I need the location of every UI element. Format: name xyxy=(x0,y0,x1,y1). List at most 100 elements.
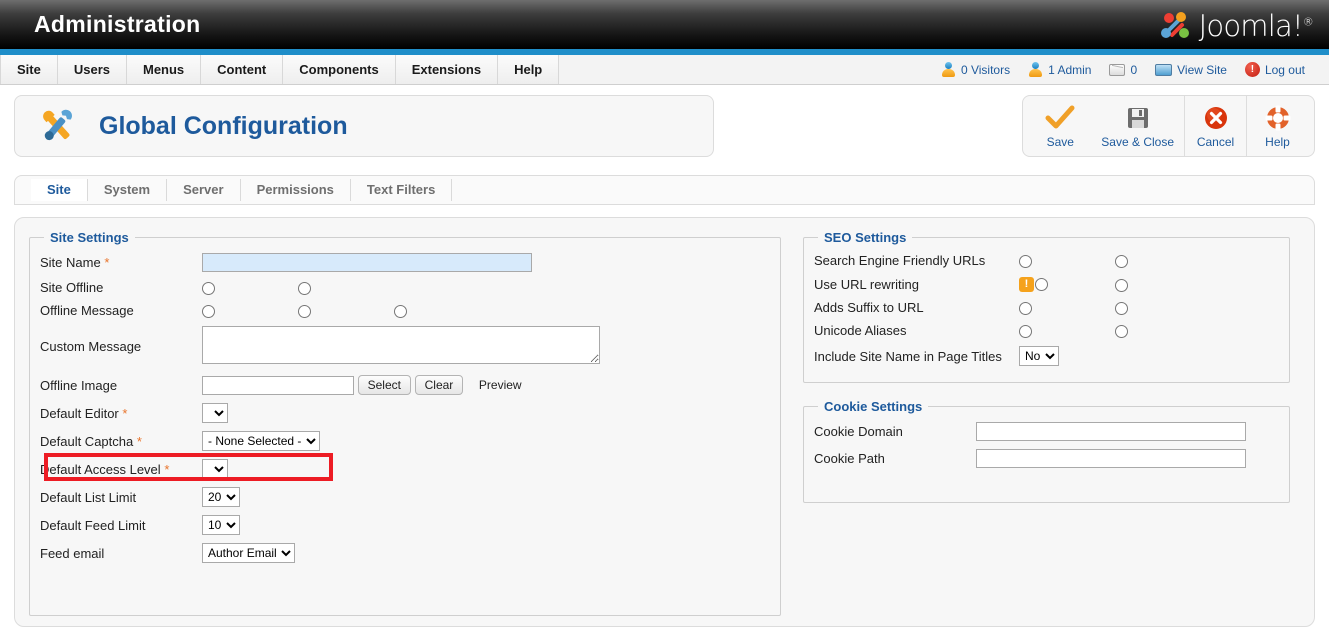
page-title-administration: Administration xyxy=(34,11,201,37)
offline-message-option-2-cell xyxy=(298,299,394,322)
menu-item-users[interactable]: Users xyxy=(57,55,127,84)
visitors-count-label: 0 Visitors xyxy=(960,62,1011,77)
joomla-trademark: ® xyxy=(1302,15,1314,29)
unicode-aliases-radio-no[interactable] xyxy=(1115,325,1128,339)
default-captcha-label: Default Captcha xyxy=(40,433,134,449)
help-button-label: Help xyxy=(1265,134,1290,149)
messages-status[interactable]: 0 xyxy=(1109,63,1137,77)
feed-email-select[interactable]: Author Email xyxy=(202,543,295,564)
sef-urls-radio-no[interactable] xyxy=(1115,255,1128,269)
tab-permissions[interactable]: Permissions xyxy=(241,179,351,201)
default-editor-label: Default Editor xyxy=(40,405,119,421)
monitor-icon xyxy=(1155,63,1173,76)
save-button-label: Save xyxy=(1046,134,1074,149)
tab-text-filters[interactable]: Text Filters xyxy=(351,179,453,201)
floppy-disk-icon xyxy=(1125,104,1151,132)
offline-message-option-1-cell xyxy=(202,299,298,322)
cookie-settings-spacer xyxy=(814,472,1279,490)
default-editor-required-marker: * xyxy=(122,405,128,421)
menubar-status-area: 0 Visitors 1 Admin 0 View Site ! Log out xyxy=(941,55,1329,84)
adds-suffix-radio-yes[interactable] xyxy=(1019,302,1032,316)
site-offline-radio-yes[interactable] xyxy=(202,282,215,296)
custom-message-input-cell xyxy=(202,322,770,371)
menu-item-help[interactable]: Help xyxy=(498,55,560,84)
default-feed-limit-select-cell: 10 xyxy=(202,511,770,539)
custom-message-textarea[interactable] xyxy=(202,326,600,365)
menu-item-site[interactable]: Site xyxy=(0,55,58,84)
offline-message-radio-2[interactable] xyxy=(298,305,311,319)
joomla-mark-icon xyxy=(1160,12,1189,38)
tab-site[interactable]: Site xyxy=(31,179,88,201)
default-list-limit-select[interactable]: 20 xyxy=(202,487,240,508)
site-offline-spacer xyxy=(394,276,770,299)
adds-suffix-label: Adds Suffix to URL xyxy=(814,300,924,316)
row-offline-image: Offline Image Select Clear Preview xyxy=(40,371,770,399)
cookie-settings-fieldset: Cookie Settings Cookie Domain Cookie Pat… xyxy=(803,399,1290,504)
row-custom-message: Custom Message xyxy=(40,322,770,371)
default-feed-limit-select[interactable]: 10 xyxy=(202,515,240,536)
offline-image-select-button[interactable]: Select xyxy=(357,375,411,396)
admins-status[interactable]: 1 Admin xyxy=(1028,62,1091,77)
menu-item-menus[interactable]: Menus xyxy=(126,55,202,84)
page-title: Global Configuration xyxy=(99,111,348,140)
unicode-aliases-label: Unicode Aliases xyxy=(814,323,907,339)
offline-message-radio-1[interactable] xyxy=(202,305,215,319)
feed-email-select-cell: Author Email xyxy=(202,539,770,567)
cookie-settings-legend: Cookie Settings xyxy=(824,399,923,415)
default-access-level-select[interactable] xyxy=(202,459,228,480)
row-default-access-level: Default Access Level * xyxy=(40,455,770,483)
url-rewriting-radio-no[interactable] xyxy=(1115,278,1128,292)
sef-urls-radio-yes[interactable] xyxy=(1019,255,1032,269)
checkmark-icon xyxy=(1045,104,1075,132)
save-close-button[interactable]: Save & Close xyxy=(1091,96,1184,156)
menu-item-content[interactable]: Content xyxy=(201,55,284,84)
logout-link[interactable]: ! Log out xyxy=(1244,62,1305,77)
site-name-label-cell: Site Name * xyxy=(40,249,202,276)
offline-message-radio-3[interactable] xyxy=(394,305,407,319)
url-rewriting-radio-yes[interactable] xyxy=(1035,278,1048,292)
site-name-label: Site Name xyxy=(40,255,101,270)
include-site-name-label: Include Site Name in Page Titles xyxy=(814,348,1002,364)
save-button[interactable]: Save xyxy=(1029,96,1091,156)
sef-urls-option-1-cell xyxy=(1019,249,1115,272)
seo-settings-legend: SEO Settings xyxy=(824,230,907,245)
row-default-feed-limit: Default Feed Limit 10 xyxy=(40,511,770,539)
visitors-status[interactable]: 0 Visitors xyxy=(941,62,1010,77)
site-offline-radio-no[interactable] xyxy=(298,282,311,296)
cookie-domain-label: Cookie Domain xyxy=(814,424,903,440)
default-captcha-select[interactable]: - None Selected - xyxy=(202,431,320,452)
row-site-name: Site Name * xyxy=(40,249,770,276)
adds-suffix-radio-no[interactable] xyxy=(1115,302,1128,316)
cookie-settings-spacer-row xyxy=(814,472,1279,490)
default-editor-select[interactable] xyxy=(202,403,228,424)
sef-urls-label: Search Engine Friendly URLs xyxy=(814,253,986,269)
cookie-domain-input[interactable] xyxy=(976,422,1246,442)
default-access-level-required-marker: * xyxy=(164,461,170,477)
row-adds-suffix: Adds Suffix to URL xyxy=(814,296,1279,319)
site-name-input[interactable] xyxy=(202,253,532,272)
tab-system[interactable]: System xyxy=(88,179,168,201)
cookie-path-input-cell xyxy=(976,445,1279,472)
help-button[interactable]: Help xyxy=(1246,96,1308,156)
unicode-aliases-radio-yes[interactable] xyxy=(1019,325,1032,339)
row-cookie-domain: Cookie Domain xyxy=(814,418,1279,445)
offline-image-clear-button[interactable]: Clear xyxy=(414,375,464,396)
cookie-path-label: Cookie Path xyxy=(814,451,885,467)
adds-suffix-option-1-cell xyxy=(1019,296,1115,319)
tab-server[interactable]: Server xyxy=(167,179,241,201)
site-offline-label: Site Offline xyxy=(40,280,104,296)
include-site-name-select[interactable]: No xyxy=(1019,346,1059,367)
page-title-box: Global Configuration xyxy=(14,95,714,157)
config-content-panel: Site Settings Site Name * Site Offline O… xyxy=(14,217,1315,627)
row-url-rewriting: Use URL rewriting ! xyxy=(814,272,1279,296)
offline-image-input[interactable] xyxy=(202,375,354,395)
seo-settings-fieldset: SEO Settings Search Engine Friendly URLs… xyxy=(803,230,1290,384)
row-cookie-path: Cookie Path xyxy=(814,445,1279,472)
default-editor-label-cell: Default Editor * xyxy=(40,399,202,427)
cancel-button[interactable]: Cancel xyxy=(1184,96,1246,156)
view-site-link[interactable]: View Site xyxy=(1155,63,1227,77)
menu-item-components[interactable]: Components xyxy=(283,55,396,84)
cookie-path-input[interactable] xyxy=(976,449,1246,469)
include-site-name-select-cell: No xyxy=(1019,342,1279,370)
menu-item-extensions[interactable]: Extensions xyxy=(395,55,499,84)
